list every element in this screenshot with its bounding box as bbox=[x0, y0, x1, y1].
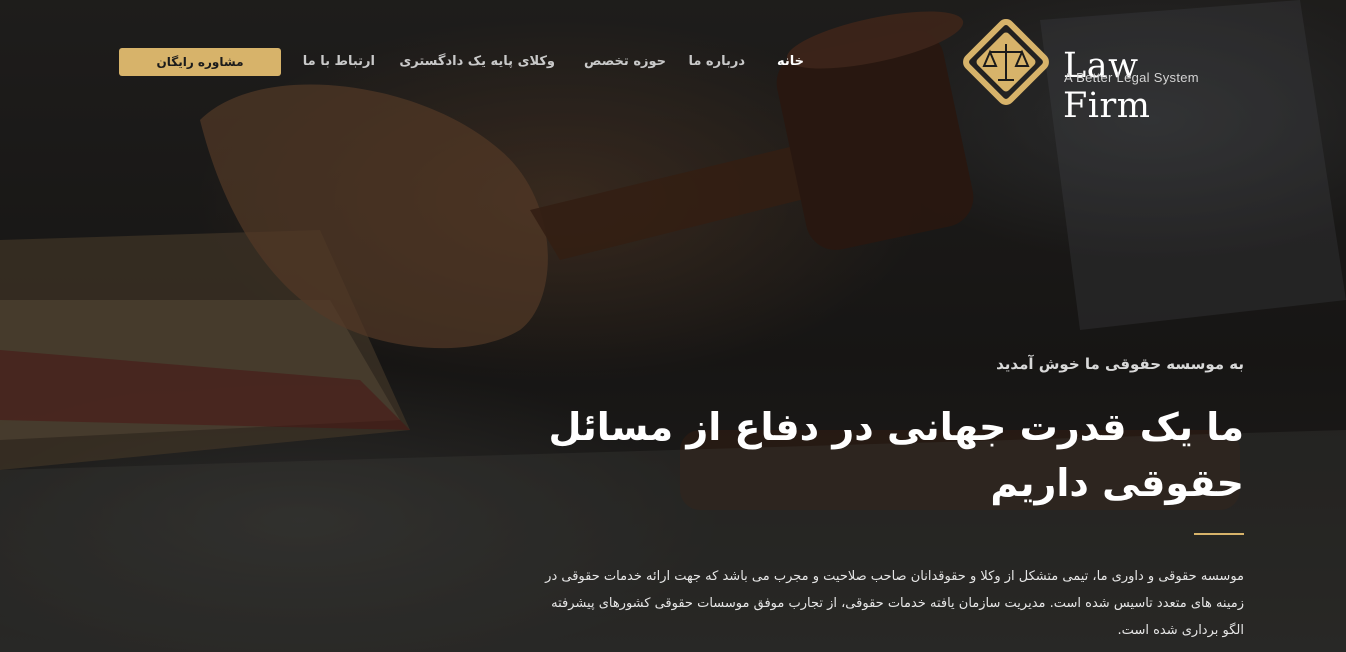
hero-eyebrow: به موسسه حقوقی ما خوش آمدید bbox=[996, 355, 1244, 373]
brand-logo[interactable]: Law Firm A Better Legal System bbox=[960, 16, 1230, 126]
nav-item-lawyers[interactable]: وکلای پایه یک دادگستری bbox=[399, 54, 555, 69]
hero-headline-line-2: حقوقی داریم bbox=[990, 461, 1244, 505]
hero-content: به موسسه حقوقی ما خوش آمدید ما یک قدرت ج… bbox=[524, 340, 1244, 644]
brand-tagline: A Better Legal System bbox=[1064, 70, 1199, 85]
hero-headline-line-1: ما یک قدرت جهانی در دفاع از مسائل bbox=[548, 405, 1244, 449]
scales-of-justice-icon bbox=[963, 19, 1049, 105]
hero-headline: ما یک قدرت جهانی در دفاع از مسائل حقوقی … bbox=[524, 399, 1244, 511]
hero-divider bbox=[1194, 533, 1244, 535]
brand-title: Law Firm bbox=[1063, 46, 1151, 126]
hero-description: موسسه حقوقی و داوری ما، تیمی متشکل از وک… bbox=[545, 569, 1244, 638]
free-consultation-button[interactable]: مشاوره رایگان bbox=[119, 48, 281, 76]
site-header: Law Firm A Better Legal System خانه دربا… bbox=[0, 0, 1346, 126]
nav-item-home[interactable]: خانه bbox=[777, 54, 804, 69]
nav-item-about[interactable]: درباره ما bbox=[688, 54, 745, 69]
nav-item-contact[interactable]: ارتباط با ما bbox=[303, 54, 375, 69]
nav-item-expertise[interactable]: حوزه تخصص bbox=[584, 54, 666, 69]
